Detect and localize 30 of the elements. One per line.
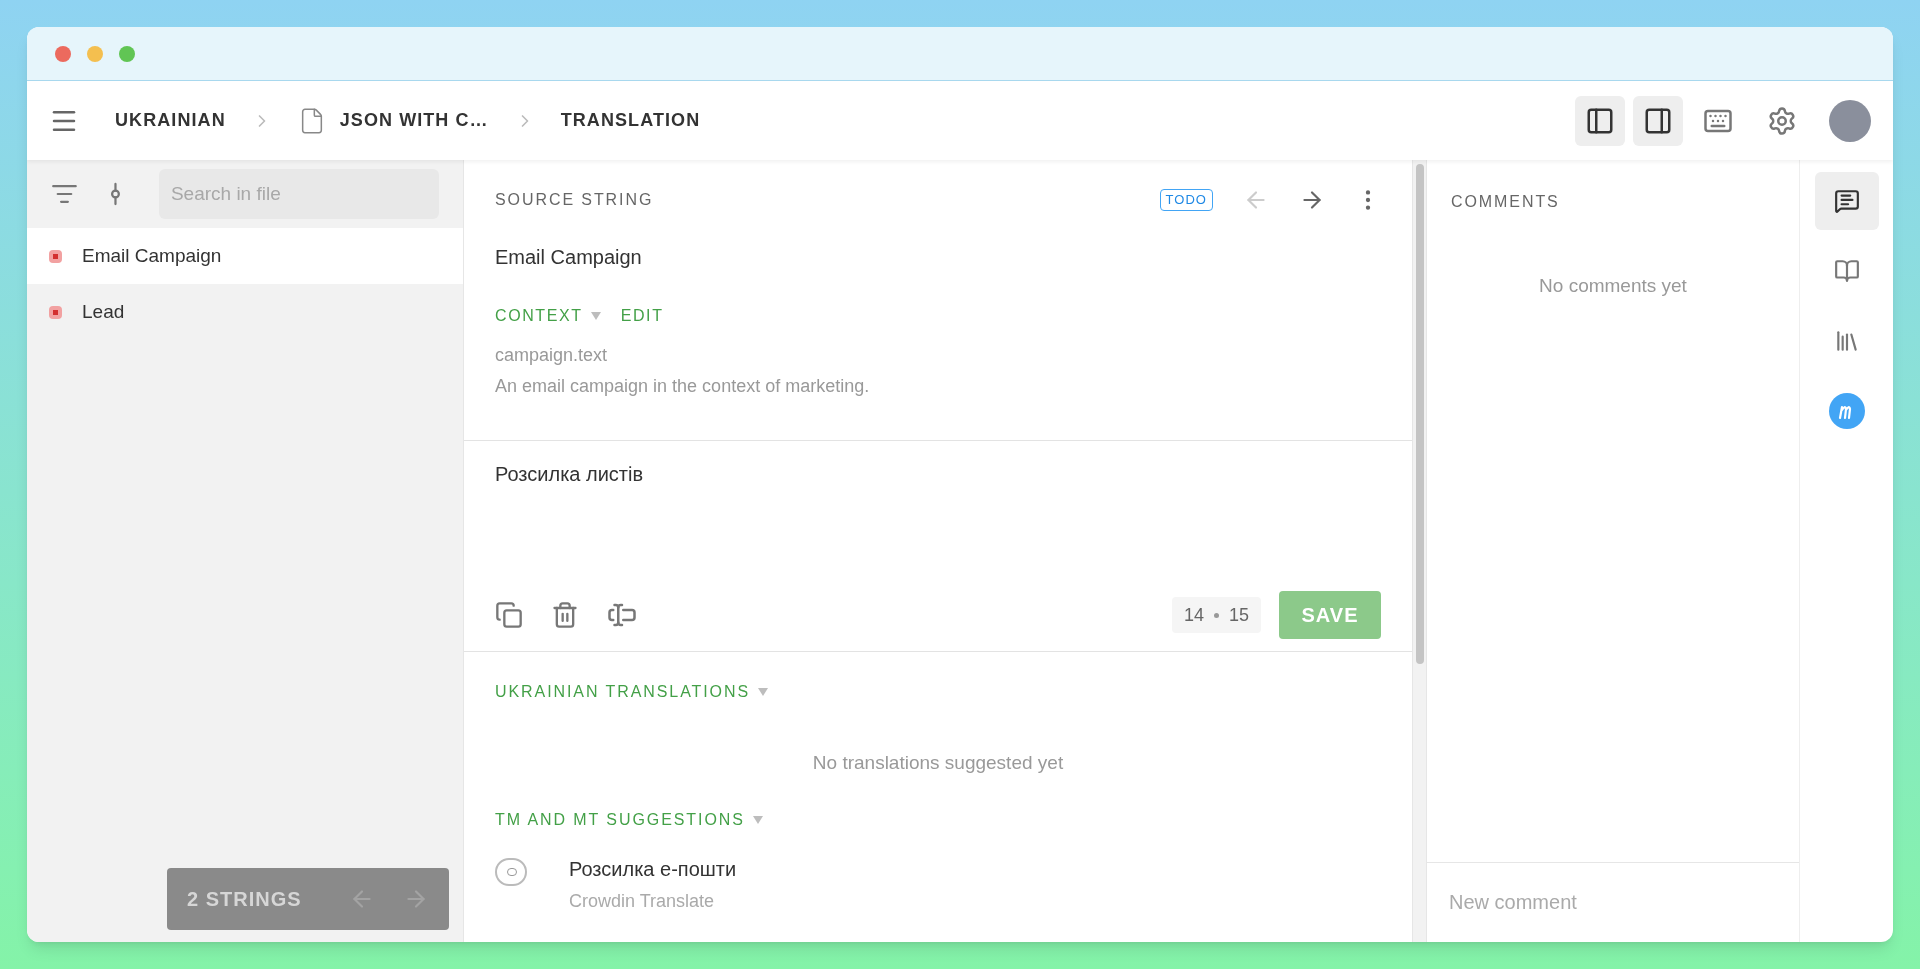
empty-message: No translations suggested yet — [811, 751, 1065, 775]
trash-icon[interactable] — [551, 601, 579, 629]
copy-icon[interactable] — [495, 601, 523, 629]
suggestion-text[interactable]: Розсилка е-пошти — [569, 853, 737, 884]
search-field[interactable]: Search in file — [158, 169, 439, 219]
suggestion-source: Crowdin Translate — [569, 889, 716, 913]
source-text: Email Campaign — [495, 245, 643, 270]
string-key: campaign.text — [495, 342, 1381, 369]
string-item[interactable]: Email Campaign — [27, 228, 463, 284]
breadcrumb-link[interactable]: JSON WITH C… — [339, 107, 489, 134]
status-badge: TODO — [1159, 189, 1213, 211]
character-counter: 14 15 — [1171, 597, 1261, 633]
empty-message: No comments yet — [1538, 274, 1688, 298]
context-description: An email campaign in the context of marketing. — [495, 375, 871, 398]
scrollbar-thumb[interactable] — [1415, 164, 1424, 664]
untranslated-icon — [49, 305, 62, 319]
comments-title: COMMENTS — [1450, 192, 1561, 212]
strings-count: 2 STRINGS — [187, 887, 302, 912]
string-item[interactable]: Lead — [27, 284, 463, 340]
left-panel-toggle[interactable] — [1575, 95, 1625, 146]
section-title: SOURCE STRING — [495, 190, 654, 210]
translation-field[interactable]: Розсилка листів — [495, 459, 1381, 589]
comments-icon[interactable] — [1814, 172, 1879, 230]
avatar[interactable] — [1829, 99, 1871, 142]
settings-icon[interactable] — [1767, 105, 1797, 136]
comment-field[interactable]: New comment — [1427, 862, 1799, 942]
breadcrumb-link[interactable]: TRANSLATION — [560, 107, 701, 134]
untranslated-icon — [49, 249, 62, 263]
breadcrumb-link[interactable]: UKRAINIAN — [115, 107, 226, 134]
right-panel-toggle[interactable] — [1633, 95, 1683, 146]
